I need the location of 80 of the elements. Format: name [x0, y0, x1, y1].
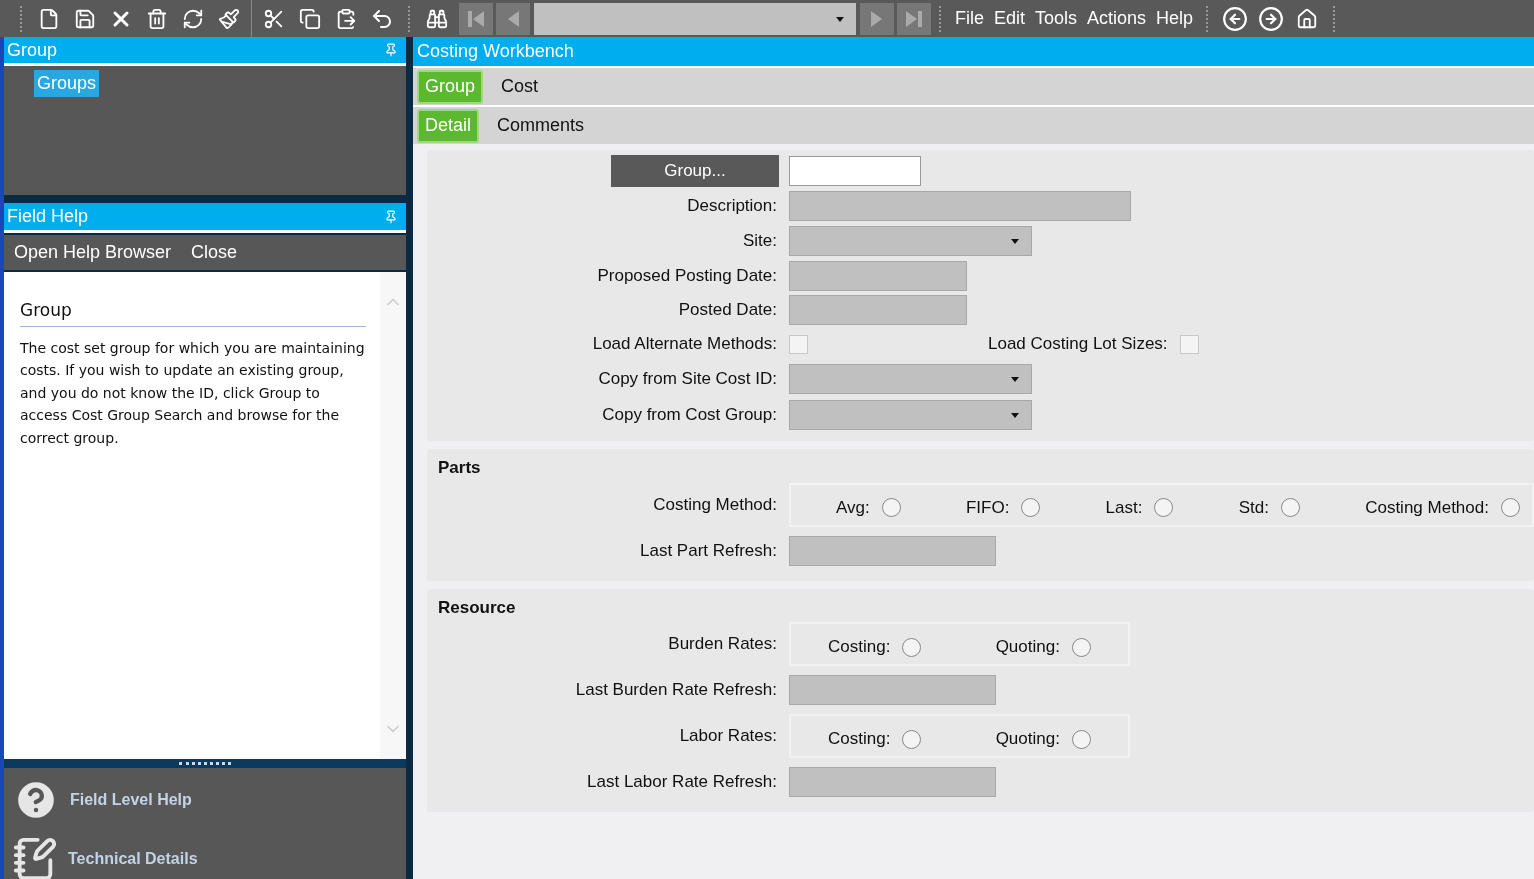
radio-button[interactable] [902, 637, 922, 657]
tab[interactable]: Cost [495, 69, 545, 104]
menu-item[interactable]: Actions [1082, 5, 1152, 32]
pin-icon[interactable] [384, 43, 398, 57]
field-label: Posted Date: [677, 299, 778, 322]
section-title: Resource [437, 596, 517, 619]
menu-item[interactable]: Help [1151, 5, 1199, 32]
triangle-left-icon [506, 8, 520, 29]
checkbox[interactable] [789, 334, 808, 354]
field-label: Last Labor Rate Refresh: [586, 771, 778, 794]
checkbox[interactable] [1179, 334, 1199, 354]
field-label: Load Costing Lot Sizes: [988, 333, 1169, 356]
field-label: Load Alternate Methods: [591, 333, 778, 356]
field-label: Last Burden Rate Refresh: [574, 679, 778, 702]
next-record-button[interactable] [860, 2, 894, 35]
caret-icon [1011, 239, 1019, 244]
dropdown-field[interactable] [789, 226, 1032, 256]
radio-button[interactable] [1500, 498, 1520, 517]
record-dropdown[interactable] [534, 2, 856, 35]
field-label: Description: [686, 194, 778, 217]
caret-icon [1011, 377, 1019, 382]
dropdown-field[interactable] [789, 364, 1032, 394]
splitter-handle[interactable] [4, 759, 406, 768]
skip-last-icon [905, 8, 923, 29]
first-record-button[interactable] [459, 2, 493, 35]
date-field[interactable] [789, 295, 967, 325]
field-label: Last Part Refresh: [639, 539, 778, 562]
radio-label: Costing Method: [1365, 496, 1489, 519]
field-label: Proposed Posting Date: [596, 265, 778, 288]
dropdown-field[interactable] [789, 400, 1032, 430]
previous-record-button[interactable] [496, 2, 530, 35]
field-label: Labor Rates: [678, 725, 778, 748]
group-input-field[interactable] [789, 156, 921, 186]
radio-label: Costing: [828, 636, 891, 659]
nav-link[interactable]: Technical Details [68, 847, 198, 871]
field-label: Burden Rates: [667, 633, 778, 656]
pin-icon[interactable] [384, 209, 398, 224]
radio-button[interactable] [902, 729, 922, 749]
text-field[interactable] [789, 535, 996, 566]
radio-label: Last: [1105, 496, 1143, 519]
radio-label: FIFO: [965, 496, 1010, 519]
help-action-link[interactable]: Close [191, 239, 238, 266]
radio-button[interactable] [1071, 637, 1091, 657]
radio-button[interactable] [1280, 498, 1300, 517]
radio-button[interactable] [1021, 498, 1041, 517]
radio-label: Costing: [828, 728, 891, 751]
help-action-link[interactable]: Open Help Browser [14, 239, 172, 266]
radio-label: Avg: [836, 496, 870, 519]
skip-first-icon [467, 8, 485, 29]
radio-button[interactable] [1071, 729, 1091, 749]
menu-item[interactable]: File [950, 5, 989, 32]
tab[interactable]: Comments [491, 108, 591, 143]
section-title: Parts [437, 457, 482, 479]
radio-label: Quoting: [995, 728, 1060, 751]
date-field[interactable] [789, 261, 967, 291]
nav-link[interactable]: Field Level Help [70, 788, 192, 812]
triangle-right-icon [870, 8, 884, 29]
menu-item[interactable]: Tools [1030, 5, 1083, 32]
text-field[interactable] [789, 675, 996, 705]
radio-button[interactable] [1154, 498, 1174, 517]
panel-title: Field Help [7, 205, 89, 228]
field-label: Copy from Cost Group: [601, 404, 778, 427]
field-label: Costing Method: [652, 493, 778, 516]
last-record-button[interactable] [897, 2, 931, 35]
caret-icon [1011, 413, 1019, 418]
menu-item[interactable]: Edit [989, 5, 1031, 32]
group-lookup-button[interactable]: Group... [611, 155, 779, 187]
help-text: The cost set group for which you are maintaining costs. If you wish to update an existing group, and you do not know the ID, click Group to access Cost Group Search and browse for the correct group. [20, 338, 366, 448]
text-field[interactable] [789, 767, 996, 797]
field-label: Site: [741, 230, 778, 253]
radio-label: Quoting: [995, 636, 1060, 659]
window-title: Costing Workbench [417, 40, 574, 63]
panel-title: Group [7, 38, 58, 62]
radio-button[interactable] [881, 498, 901, 517]
field-label: Copy from Site Cost ID: [597, 368, 778, 391]
help-heading: Group [20, 298, 366, 327]
caret-icon [836, 16, 844, 22]
notepad-pencil-icon[interactable] [12, 836, 58, 879]
text-field[interactable] [789, 190, 1131, 221]
radio-label: Std: [1238, 496, 1269, 519]
